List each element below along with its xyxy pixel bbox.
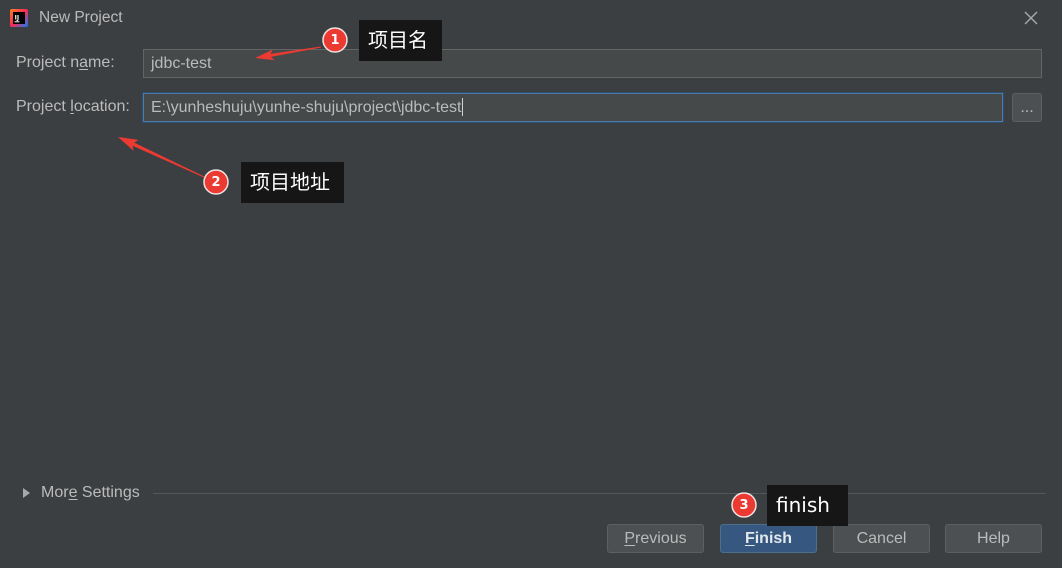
project-location-value: E:\yunheshuju\yunhe-shuju\project\jdbc-t…	[151, 99, 462, 116]
project-location-input[interactable]: E:\yunheshuju\yunhe-shuju\project\jdbc-t…	[143, 93, 1003, 122]
annotation-badge-2	[203, 169, 229, 195]
more-settings-divider	[153, 493, 1046, 494]
browse-button[interactable]: ...	[1012, 93, 1042, 122]
annotation-callout-3: finish	[767, 485, 848, 526]
project-location-label: Project location:	[16, 98, 130, 115]
annotation-number-2: 2	[211, 175, 220, 190]
help-button[interactable]: Help	[945, 524, 1042, 553]
mnemonic-letter: l	[70, 98, 74, 115]
mnemonic-letter: P	[624, 530, 636, 547]
project-name-value: jdbc-test	[151, 55, 212, 72]
mnemonic-letter: e	[68, 484, 78, 501]
more-settings-label: More Settings	[41, 484, 140, 501]
triangle-right-icon	[23, 488, 30, 498]
close-icon[interactable]	[1023, 10, 1039, 26]
annotation-badge-3	[731, 492, 757, 518]
annotation-callout-2: 项目地址	[241, 162, 344, 203]
annotation-number-1: 1	[330, 33, 339, 48]
annotation-callout-1: 项目名	[359, 20, 442, 61]
mnemonic-letter: a	[79, 54, 89, 71]
mnemonic-letter: F	[744, 530, 755, 547]
intellij-idea-icon: IJ	[10, 9, 28, 27]
finish-button[interactable]: Finish	[720, 524, 817, 553]
annotation-overlay: 1 2 3	[118, 27, 757, 518]
previous-button[interactable]: Previous	[607, 524, 704, 553]
cancel-button[interactable]: Cancel	[833, 524, 930, 553]
dialog-title: New Project	[39, 9, 123, 26]
annotation-arrow-2	[118, 137, 205, 178]
new-project-dialog: { "window": { "title": "New Project", "l…	[0, 0, 1062, 568]
more-settings-toggle[interactable]: More Settings	[18, 482, 150, 504]
annotation-number-3: 3	[739, 498, 748, 513]
logo-lettering: IJ	[15, 15, 19, 22]
project-name-label: Project name:	[16, 54, 115, 71]
project-name-input[interactable]: jdbc-test	[143, 49, 1042, 78]
text-caret	[462, 98, 464, 116]
